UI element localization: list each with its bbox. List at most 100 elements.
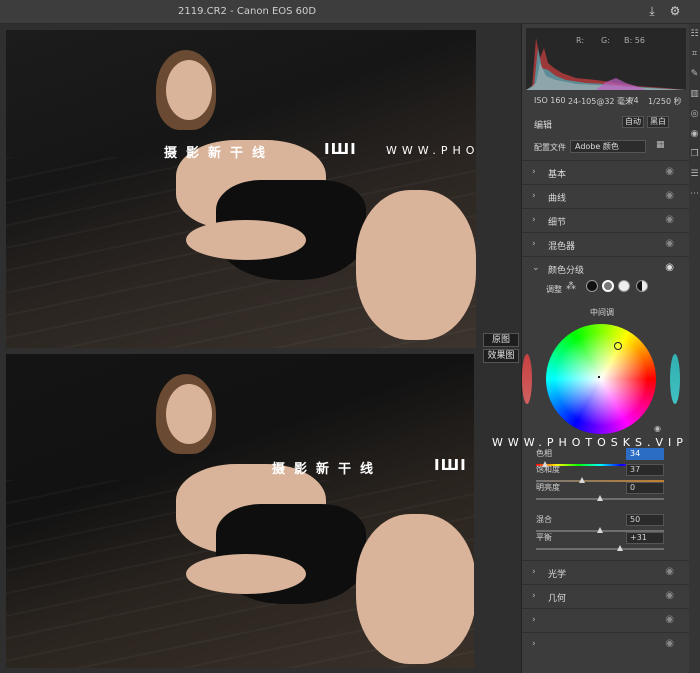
more-tool-icon[interactable]: ⋯ — [689, 184, 700, 204]
blend-value[interactable]: 50 — [626, 514, 664, 526]
photo-arm — [186, 554, 306, 594]
redeye-tool-icon[interactable]: ◉ — [689, 124, 700, 144]
wheel-handle[interactable] — [614, 342, 622, 350]
brush-tool-icon[interactable]: ✎ — [689, 64, 700, 84]
panel-effects[interactable]: › ◉ — [522, 608, 690, 632]
luminance-label: 明亮度 — [536, 483, 560, 492]
chevron-right-icon: › — [532, 567, 536, 577]
global-wheel-icon[interactable] — [636, 280, 648, 292]
meta-shutter: 1/250 秒 — [648, 97, 682, 106]
saturation-value[interactable]: 37 — [626, 464, 664, 476]
chevron-right-icon: › — [532, 215, 536, 225]
balance-label: 平衡 — [536, 533, 552, 542]
eye-icon[interactable]: ◉ — [654, 424, 661, 433]
panel-color-grading[interactable]: ⌄ 颜色分级 ◉ — [522, 256, 690, 280]
edit-panel: R: G: B: 56 ISO 160 24-105@32 毫米 f/4 1/2… — [521, 24, 690, 673]
panel-label: 颜色分级 — [548, 266, 585, 276]
histo-r: R: — [576, 36, 585, 45]
chevron-right-icon: › — [532, 615, 536, 625]
watermark-text: 摄影新干线 — [164, 146, 275, 161]
eye-icon[interactable]: ◉ — [665, 190, 674, 201]
presets-tool-icon[interactable]: ☰ — [689, 164, 700, 184]
panel-label: 光学 — [548, 570, 567, 580]
photo-arm — [186, 220, 306, 260]
chevron-right-icon: › — [532, 191, 536, 201]
eye-icon[interactable]: ◉ — [665, 590, 674, 601]
chevron-down-icon: ⌄ — [532, 263, 540, 273]
panel-label: 细节 — [548, 218, 567, 228]
midtones-wheel-icon[interactable] — [602, 280, 614, 292]
eye-icon[interactable]: ◉ — [665, 566, 674, 577]
original-photo: 摄影新干线 IШI WWW.PHOTOSKS.VIP — [6, 30, 476, 348]
hue-label: 色相 — [536, 449, 552, 458]
meta-iso: ISO 160 — [534, 96, 566, 105]
panel-calibration[interactable]: › ◉ — [522, 632, 690, 656]
auto-button[interactable]: 自动 — [622, 116, 644, 128]
eye-icon[interactable]: ◉ — [665, 614, 674, 625]
gear-icon[interactable]: ⚙ — [668, 4, 682, 18]
balance-thumb[interactable] — [617, 545, 623, 551]
photo-face — [166, 60, 212, 120]
watermark-logo: IШI — [324, 140, 357, 158]
blend-label: 混合 — [536, 515, 552, 524]
edit-section-label: 编辑 — [534, 121, 553, 131]
original-label-button[interactable]: 原图 — [483, 333, 519, 347]
adjust-label: 调整 — [546, 285, 562, 294]
histo-b: B: 56 — [624, 36, 645, 45]
crop-tool-icon[interactable]: ⌗ — [689, 44, 700, 64]
luminance-value[interactable]: 0 — [626, 482, 664, 494]
wheel-center — [598, 376, 600, 378]
eye-icon[interactable]: ◉ — [665, 214, 674, 225]
saturation-label: 饱和度 — [536, 465, 560, 474]
eye-icon[interactable]: ◉ — [665, 238, 674, 249]
panel-curves[interactable]: › 曲线 ◉ — [522, 184, 690, 208]
three-wheels-icon[interactable]: ⁂ — [566, 281, 576, 292]
window-title: 2119.CR2 - Canon EOS 60D — [178, 6, 317, 17]
profile-select[interactable]: Adobe 颜色 — [570, 140, 646, 153]
shadows-wheel-preview[interactable] — [522, 354, 532, 404]
meta-aperture: f/4 — [628, 96, 639, 105]
save-icon[interactable]: ⤓ — [645, 4, 659, 18]
watermark-text: 摄影新干线 — [272, 462, 383, 477]
effect-label-button[interactable]: 效果图 — [483, 349, 519, 363]
gradient-tool-icon[interactable]: ▥ — [689, 84, 700, 104]
chevron-right-icon: › — [532, 167, 536, 177]
grid-icon[interactable]: ▦ — [656, 140, 665, 150]
meta-lens: 24-105@32 毫米 — [568, 97, 634, 106]
shadows-wheel-icon[interactable] — [586, 280, 598, 292]
highlights-wheel-icon[interactable] — [618, 280, 630, 292]
eye-icon[interactable]: ◉ — [665, 638, 674, 649]
panel-basic[interactable]: › 基本 ◉ — [522, 160, 690, 184]
balance-value[interactable]: +31 — [626, 532, 664, 544]
profile-label: 配置文件 — [534, 143, 566, 152]
luminance-slider[interactable]: 明亮度 0 — [534, 482, 664, 506]
photo-leg — [356, 514, 474, 664]
panel-mixer[interactable]: › 混色器 ◉ — [522, 232, 690, 256]
highlights-wheel-preview[interactable] — [670, 354, 680, 404]
bw-button[interactable]: 黑白 — [647, 116, 669, 128]
hue-value[interactable]: 34 — [626, 448, 664, 460]
watermark-logo: IШI — [434, 456, 467, 474]
radial-tool-icon[interactable]: ◎ — [689, 104, 700, 124]
edit-tool-icon[interactable]: ☷ — [689, 24, 700, 44]
chevron-right-icon: › — [532, 591, 536, 601]
luminance-thumb[interactable] — [597, 495, 603, 501]
midtones-color-wheel[interactable] — [546, 324, 656, 434]
wheel-label: 中间调 — [590, 308, 614, 317]
effect-photo: 摄影新干线 IШI — [6, 354, 474, 668]
chevron-right-icon: › — [532, 239, 536, 249]
panel-label: 基本 — [548, 170, 567, 180]
panel-optics[interactable]: › 光学 ◉ — [522, 560, 690, 584]
panel-detail[interactable]: › 细节 ◉ — [522, 208, 690, 232]
image-viewer: 摄影新干线 IШI WWW.PHOTOSKS.VIP 摄影新干线 IШI 原图 … — [0, 24, 521, 673]
eye-icon[interactable]: ◉ — [665, 262, 674, 273]
balance-slider[interactable]: 平衡 +31 — [534, 532, 664, 556]
tool-strip: ☷ ⌗ ✎ ▥ ◎ ◉ ❒ ☰ ⋯ — [689, 24, 700, 673]
histogram: R: G: B: 56 — [526, 28, 686, 90]
eye-icon[interactable]: ◉ — [665, 166, 674, 177]
photo-face — [166, 384, 212, 444]
panel-geometry[interactable]: › 几何 ◉ — [522, 584, 690, 608]
title-bar: 2119.CR2 - Canon EOS 60D ⤓ ⚙ — [0, 0, 700, 24]
balance-track[interactable] — [536, 548, 664, 550]
snapshot-tool-icon[interactable]: ❒ — [689, 144, 700, 164]
